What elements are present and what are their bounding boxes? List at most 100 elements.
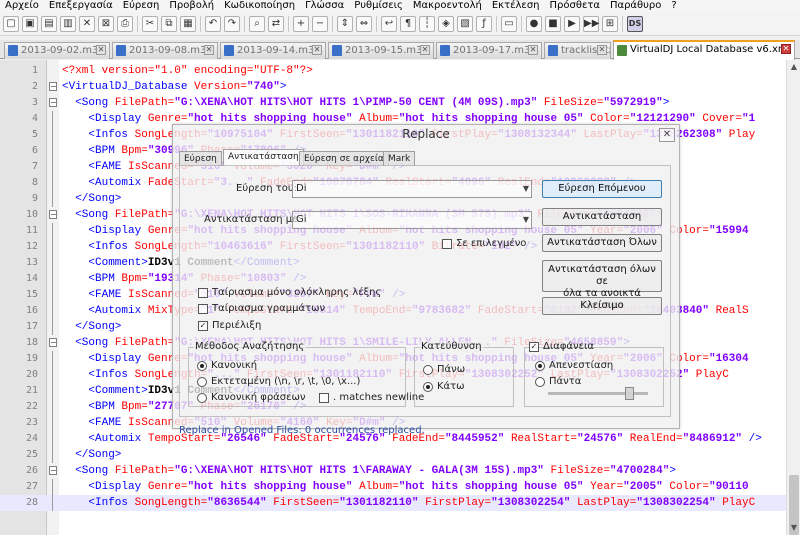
menu-item-1[interactable]: Επεξεργασία — [44, 0, 118, 12]
menu-item-7[interactable]: Μακροεντολή — [408, 0, 487, 12]
menu-item-8[interactable]: Εκτέλεση — [487, 0, 545, 12]
match-case-checkbox[interactable]: Ταίριασμα γραμμάτων — [198, 303, 325, 314]
close-all-icon[interactable]: ⊠ — [98, 15, 114, 32]
show-all-chars-icon[interactable]: ¶ — [400, 15, 416, 32]
transparency-on-lose-focus-radio[interactable]: Απενεστίαση — [535, 360, 613, 371]
slider-knob[interactable] — [625, 387, 634, 400]
sync-horizontal-icon[interactable]: ⇔ — [356, 15, 372, 32]
user-lang-icon[interactable]: ◈ — [438, 15, 454, 32]
copy-icon[interactable]: ⧉ — [161, 15, 177, 32]
indent-guide-icon[interactable]: ┆ — [419, 15, 435, 32]
tab-0[interactable]: 2013-09-02.m3u ✕ — [4, 42, 110, 59]
code-line[interactable]: 2 − <VirtualDJ_Database Version="740"> — [0, 79, 800, 95]
code-line[interactable]: 1 <?xml version="1.0" encoding="UTF-8"?> — [0, 63, 800, 79]
save-all-icon[interactable]: ▥ — [60, 15, 76, 32]
close-icon[interactable]: ✕ — [79, 15, 95, 32]
code-line[interactable]: 27 <Display Genre="hot hits shopping hou… — [0, 479, 800, 495]
radio-dot[interactable] — [535, 361, 545, 371]
menu-item-9[interactable]: Πρόσθετα — [545, 0, 605, 12]
scroll-down-arrow-icon[interactable]: ▼ — [789, 523, 799, 533]
run-macro-multiple-icon[interactable]: ▶▶ — [583, 15, 599, 32]
tab-close-icon[interactable]: ✕ — [420, 45, 430, 55]
open-file-icon[interactable]: ▣ — [22, 15, 38, 32]
search-mode-extended-radio[interactable]: Εκτεταμένη (\n, \r, \t, \0, \x...) — [197, 376, 360, 387]
matches-newline-checkbox[interactable]: . matches newline — [319, 392, 424, 403]
scroll-up-arrow-icon[interactable]: ▲ — [789, 62, 799, 72]
checkbox-box[interactable] — [198, 288, 208, 298]
vertical-scrollbar[interactable]: ▲ ▼ — [786, 60, 800, 535]
find-icon[interactable]: ⌕ — [249, 15, 265, 32]
stop-macro-icon[interactable]: ■ — [545, 15, 561, 32]
wrap-around-checkbox[interactable]: ✓ Περιέλιξη — [198, 320, 261, 331]
tab-3[interactable]: 2013-09-15.m3u ✕ — [328, 42, 434, 59]
search-mode-normal-radio[interactable]: Κανονική — [197, 360, 257, 371]
menu-item-11[interactable]: ? — [666, 0, 681, 12]
checkbox-box[interactable] — [442, 239, 452, 249]
redo-icon[interactable]: ↷ — [224, 15, 240, 32]
menu-item-5[interactable]: Γλώσσα — [300, 0, 349, 12]
fold-toggle-icon[interactable]: − — [49, 210, 57, 219]
checkbox-box[interactable]: ✓ — [529, 342, 539, 352]
radio-dot[interactable] — [197, 377, 207, 387]
checkbox-box[interactable] — [198, 304, 208, 314]
radio-dot[interactable] — [423, 365, 433, 375]
menu-item-3[interactable]: Προβολή — [164, 0, 219, 12]
save-macro-icon[interactable]: ⊞ — [602, 15, 618, 32]
chevron-down-icon[interactable]: ▼ — [523, 212, 529, 228]
fold-toggle-icon[interactable]: − — [49, 98, 57, 107]
chevron-down-icon[interactable]: ▼ — [523, 181, 529, 197]
new-file-icon[interactable]: ▢ — [3, 15, 19, 32]
menu-item-2[interactable]: Εύρεση — [118, 0, 165, 12]
tab-find-in-files[interactable]: Εύρεση σε αρχεία — [299, 151, 389, 166]
menu-item-6[interactable]: Ρυθμίσεις — [349, 0, 408, 12]
search-mode-regex-radio[interactable]: Κανονική φράσεων — [197, 392, 305, 403]
tab-close-icon[interactable]: ✕ — [96, 45, 106, 55]
menu-item-10[interactable]: Παράθυρο — [605, 0, 666, 12]
transparency-slider[interactable] — [548, 387, 648, 400]
find-input[interactable]: Di ▼ — [292, 180, 532, 198]
radio-dot[interactable] — [197, 393, 207, 403]
tab-1[interactable]: 2013-09-08.m3u ✕ — [112, 42, 218, 59]
radio-dot[interactable] — [197, 361, 207, 371]
record-macro-icon[interactable]: ● — [526, 15, 542, 32]
direction-down-radio[interactable]: Κάτω — [423, 381, 465, 392]
code-line[interactable]: 28 <Infos SongLength="8636544" FirstSeen… — [0, 495, 800, 511]
cut-icon[interactable]: ✂ — [142, 15, 158, 32]
in-selection-checkbox[interactable]: Σε επιλεγμένο — [442, 238, 526, 249]
transparency-always-radio[interactable]: Πάντα — [535, 376, 581, 387]
transparency-checkbox[interactable]: ✓ Διαφάνεια — [529, 341, 594, 352]
tab-5[interactable]: tracklist.txt✕ — [544, 42, 611, 59]
function-list-icon[interactable]: ƒ — [476, 15, 492, 32]
tab-6[interactable]: VirtualDJ Local Database v6.xml ✕ — [613, 40, 795, 60]
tab-close-icon[interactable]: ✕ — [312, 45, 322, 55]
dialog-close-icon[interactable]: ✕ — [659, 128, 675, 142]
zoom-out-icon[interactable]: − — [312, 15, 328, 32]
code-line[interactable]: 3 − <Song FilePath="G:\XENA\HOT HITS\HOT … — [0, 95, 800, 111]
fold-toggle-icon[interactable]: − — [49, 338, 57, 347]
replace-button[interactable]: Αντικατάσταση — [542, 208, 662, 226]
tab-mark[interactable]: Mark — [383, 151, 416, 166]
print-icon[interactable]: ⎙ — [117, 15, 133, 32]
code-line[interactable]: 26 − <Song FilePath="G:\XENA\HOT HITS\HOT… — [0, 463, 800, 479]
checkbox-box[interactable] — [319, 393, 329, 403]
undo-icon[interactable]: ↶ — [205, 15, 221, 32]
sync-vertical-icon[interactable]: ⇕ — [337, 15, 353, 32]
menu-item-4[interactable]: Κωδικοποίηση — [219, 0, 300, 12]
folder-workspace-icon[interactable]: ▭ — [501, 15, 517, 32]
tab-find[interactable]: Εύρεση — [179, 151, 222, 166]
tab-2[interactable]: 2013-09-14.m3u ✕ — [220, 42, 326, 59]
whole-word-checkbox[interactable]: Ταίριασμα μόνο ολόκληρης λέξης — [198, 287, 381, 298]
tab-close-icon[interactable]: ✕ — [528, 45, 538, 55]
tab-close-icon[interactable]: ✕ — [204, 45, 214, 55]
replace-all-button[interactable]: Αντικατάσταση Όλων — [542, 234, 662, 252]
tab-replace[interactable]: Αντικατάσταση — [223, 149, 304, 166]
play-macro-icon[interactable]: ▶ — [564, 15, 580, 32]
radio-dot[interactable] — [535, 377, 545, 387]
word-wrap-icon[interactable]: ↩ — [381, 15, 397, 32]
tab-close-icon[interactable]: ✕ — [597, 45, 607, 55]
replace-input[interactable]: Gi ▼ — [292, 211, 532, 229]
radio-dot[interactable] — [423, 382, 433, 392]
direction-up-radio[interactable]: Πάνω — [423, 364, 465, 375]
save-icon[interactable]: ▤ — [41, 15, 57, 32]
close-button[interactable]: Κλείσιμο — [542, 297, 662, 315]
